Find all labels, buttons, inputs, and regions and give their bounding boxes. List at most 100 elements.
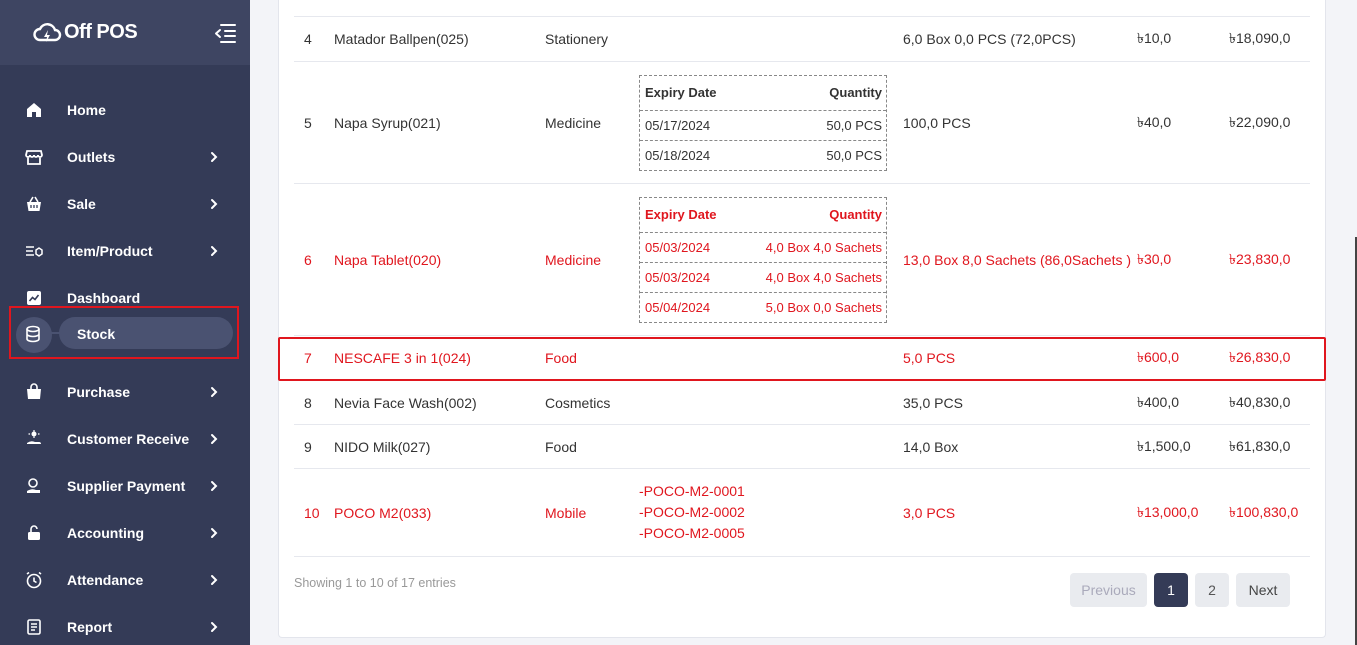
table-row[interactable]: 6 Napa Tablet(020) Medicine Expiry Date Quan… (294, 184, 1310, 336)
chevron-right-icon (211, 245, 218, 256)
total-value: ৳22,090,0 (1229, 113, 1291, 130)
expiry-date: 05/17/2024 (645, 117, 711, 133)
expiry-entry: 05/17/2024 50,0 PCS (640, 109, 886, 140)
item-name: Napa Tablet(020) (334, 251, 442, 268)
chevron-right-wrap (204, 480, 224, 492)
stock-quantity: 13,0 Box 8,0 Sachets (86,0Sachets ) (903, 251, 1132, 268)
unit-price: ৳13,000,0 (1137, 503, 1199, 520)
hand-coin-icon (24, 429, 44, 449)
sidebar-item-home[interactable]: Home (0, 86, 250, 133)
sidebar-item-label: Stock (77, 326, 116, 342)
expiry-table: Expiry Date Quantity 05/03/2024 4,0 Box 4,0… (639, 196, 887, 323)
expiry-cell (639, 381, 887, 424)
sidebar-item-report[interactable]: Report (0, 603, 250, 645)
chevron-right-wrap (204, 574, 224, 586)
sidebar-item-stock[interactable]: Stock (0, 305, 250, 363)
sidebar-item-supplier-payment[interactable]: Supplier Payment (0, 462, 250, 509)
stock-quantity: 35,0 PCS (903, 394, 963, 411)
table-row[interactable]: 4 Matador Ballpen(025) Stationery 6,0 Box 0… (294, 16, 1310, 62)
sidebar-item-label: Dashboard (67, 289, 141, 306)
expiry-header: Expiry Date Quantity (640, 198, 886, 232)
chevron-right-wrap (204, 433, 224, 445)
total-value: ৳18,090,0 (1229, 29, 1291, 46)
total-value: ৳26,830,0 (1229, 349, 1291, 365)
chevron-right-icon (211, 574, 218, 585)
chevron-right-wrap (204, 386, 224, 398)
sidebar-item-label: Supplier Payment (67, 477, 186, 494)
chevron-right-icon (211, 480, 218, 491)
item-category: Food (545, 350, 577, 366)
app-logo[interactable]: Off POS (32, 20, 138, 46)
table-row[interactable]: 9 NIDO Milk(027) Food 14,0 Box ৳1,500,0 ৳61,8… (294, 425, 1310, 469)
chevron-right-wrap (204, 527, 224, 539)
lock-icon (24, 523, 44, 543)
table-row[interactable]: 7 NESCAFE 3 in 1(024) Food 5,0 PCS ৳600,0 ৳26… (294, 336, 1310, 381)
expiry-cell: -POCO-M2-0001 -POCO-M2-0002 -POCO-M2-0005 (639, 469, 887, 556)
expiry-date-header: Expiry Date (645, 85, 717, 100)
expiry-header: Expiry Date Quantity (640, 76, 886, 110)
sidebar: Off POS Home Outlets Sale Item/Product Dashb… (0, 0, 250, 645)
expiry-cell (639, 425, 887, 468)
row-sl: 6 (304, 251, 312, 268)
bag-icon (24, 382, 44, 402)
stock-quantity: 14,0 Box (903, 438, 959, 455)
sidebar-item-label: Purchase (67, 383, 131, 400)
chevron-right-wrap (204, 151, 224, 163)
sidebar-item-item-product[interactable]: Item/Product (0, 227, 250, 274)
item-name: NIDO Milk(027) (334, 438, 431, 455)
clock-icon (24, 570, 44, 590)
sidebar-item-customer-receive[interactable]: Customer Receive (0, 415, 250, 462)
stock-quantity: 3,0 PCS (903, 504, 956, 521)
stock-panel: 4 Matador Ballpen(025) Stationery 6,0 Box 0… (278, 0, 1326, 638)
database-icon (23, 324, 43, 344)
row-sl: 4 (304, 30, 312, 47)
collapse-sidebar-button[interactable] (212, 20, 238, 46)
expiry-qty: 50,0 PCS (826, 147, 882, 163)
item-category: Mobile (545, 504, 587, 521)
sidebar-item-label: Report (67, 618, 113, 635)
table-row[interactable]: 8 Nevia Face Wash(002) Cosmetics 35,0 PCS ৳4… (294, 381, 1310, 425)
serial-number: -POCO-M2-0001 (639, 483, 745, 499)
unit-price: ৳400,0 (1137, 393, 1180, 410)
sidebar-item-purchase[interactable]: Purchase (0, 368, 250, 415)
row-sl: 5 (304, 114, 312, 131)
sidebar-item-label: Item/Product (67, 242, 153, 259)
chevron-right-icon (211, 151, 218, 162)
payment-icon (24, 476, 44, 496)
previous-page-button[interactable]: Previous (1070, 573, 1147, 607)
sidebar-brand: Off POS (0, 0, 250, 65)
next-page-button[interactable]: Next (1236, 573, 1290, 607)
expiry-table: Expiry Date Quantity 05/17/2024 50,0 PCS 05/… (639, 74, 887, 171)
sidebar-item-sale[interactable]: Sale (0, 180, 250, 227)
sidebar-item-label: Customer Receive (67, 430, 190, 447)
store-icon (24, 147, 44, 167)
serial-number: -POCO-M2-0002 (639, 504, 745, 520)
item-name: Napa Syrup(021) (334, 114, 441, 131)
chevron-right-wrap (204, 621, 224, 633)
page-1-button[interactable]: 1 (1154, 573, 1188, 607)
app-name: Off POS (64, 21, 138, 43)
sidebar-item-attendance[interactable]: Attendance (0, 556, 250, 603)
entries-info: Showing 1 to 10 of 17 entries (294, 576, 456, 590)
unit-price: ৳1,500,0 (1137, 437, 1191, 454)
table-row[interactable]: 10 POCO M2(033) Mobile -POCO-M2-0001 -POCO-M… (294, 469, 1310, 557)
pagination: Previous 1 2 Next (1070, 573, 1290, 607)
sidebar-item-outlets[interactable]: Outlets (0, 133, 250, 180)
sidebar-item-accounting[interactable]: Accounting (0, 509, 250, 556)
item-name: NESCAFE 3 in 1(024) (334, 350, 471, 366)
page-2-button[interactable]: 2 (1195, 573, 1229, 607)
item-category: Medicine (545, 114, 602, 131)
home-icon (24, 100, 44, 120)
product-list-icon (24, 241, 44, 261)
expiry-date: 05/03/2024 (645, 269, 711, 285)
expiry-date-header: Expiry Date (645, 207, 717, 222)
row-sl: 10 (304, 504, 320, 521)
expiry-qty-header: Quantity (829, 85, 882, 100)
table-row[interactable]: 5 Napa Syrup(021) Medicine Expiry Date Quant… (294, 62, 1310, 184)
chevron-right-wrap (204, 198, 224, 210)
sidebar-item-label: Accounting (67, 524, 144, 541)
expiry-entry: 05/04/2024 5,0 Box 0,0 Sachets (640, 291, 886, 322)
unit-price: ৳10,0 (1137, 29, 1172, 46)
expiry-date: 05/04/2024 (645, 299, 711, 315)
expiry-cell (639, 16, 887, 61)
